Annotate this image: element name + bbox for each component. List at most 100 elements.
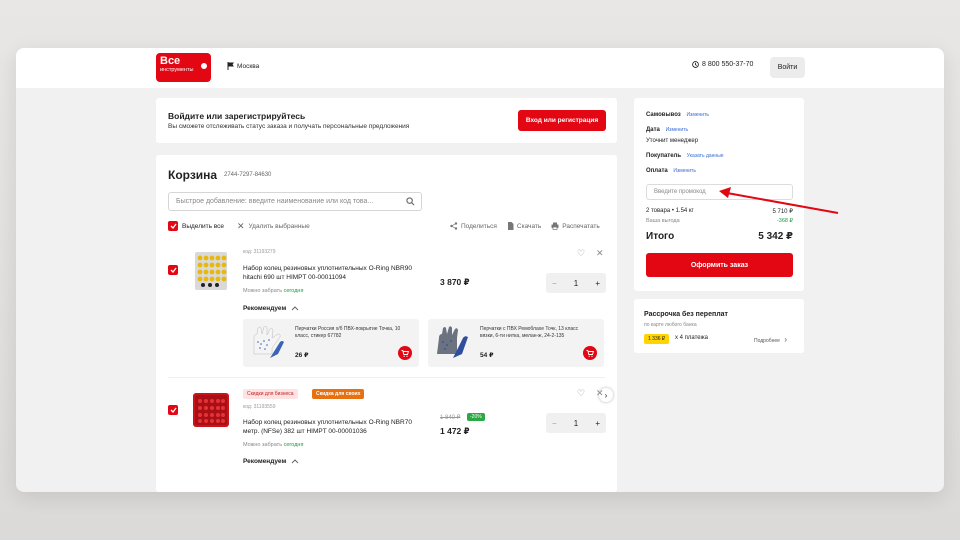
product-image-gloves-white [253,325,284,358]
recommendation-card[interactable]: Перчатки с ПВХ Ремоблахе Точк, 13 класс … [428,319,604,367]
recommendation-price: 54 ₽ [480,352,494,359]
chevron-up-icon [291,306,299,311]
item-checkbox[interactable] [168,405,178,415]
clock-icon [692,61,699,68]
minus-icon[interactable]: − [552,279,557,288]
installment-count: х 4 платежа [675,335,708,341]
quick-add-input[interactable]: Быстрое добавление: введите наименование… [168,192,422,211]
product-image-oring-kit-yellow[interactable] [189,248,233,294]
recommend-toggle[interactable]: Рекомендуем [243,458,299,465]
date-value: Уточнит менеджер [646,138,699,144]
recommend-toggle[interactable]: Рекомендуем [243,305,299,312]
add-to-cart-button[interactable] [398,346,412,360]
product-code: код: 31193279 [243,249,276,255]
goods-row: 2 товара • 1.54 кг 5 710 ₽ [646,208,793,215]
share-label: Поделиться [461,222,497,230]
login-register-button[interactable]: Вход или регистрация [518,110,606,131]
chevron-right-icon: › [784,335,787,344]
close-icon: ✕ [237,221,245,231]
cart-icon [401,349,409,357]
plus-icon[interactable]: + [595,279,600,288]
availability-when: сегодня [283,442,304,448]
payment-change-link[interactable]: Изменить [673,168,696,174]
installment-subtitle: по карте любого банка [644,322,697,328]
checkbox-checked-icon[interactable] [168,221,178,231]
product-code: код: 31193559 [243,404,276,410]
city-selector[interactable]: Москва [227,62,259,70]
availability-when: сегодня [283,288,304,294]
installment-title: Рассрочка без переплат [644,311,728,318]
installment-amount: 1 336 ₽ [644,334,670,344]
select-all-label: Выделить все [182,222,225,230]
discount-badge: -20% [467,413,485,421]
remove-icon[interactable]: ✕ [596,388,604,399]
heart-icon[interactable]: ♡ [577,248,585,259]
recommend-label: Рекомендуем [243,458,287,465]
print-button[interactable]: Распечатать [551,222,600,230]
chevron-up-icon [291,459,299,464]
site-logo[interactable]: Все инструменты [156,53,211,82]
phone-number: 8 800 550-37-70 [702,61,754,68]
remove-icon[interactable]: ✕ [596,248,604,259]
goods-value: 5 710 ₽ [772,209,794,215]
recommendation-name: Перчатки Россия х/б ПВХ-покрытие Точка, … [295,326,401,339]
total-label: Итого [646,231,675,242]
minus-icon[interactable]: − [552,419,557,428]
delete-selected[interactable]: ✕ Удалить выбранные [237,221,310,232]
item-checkbox[interactable] [168,265,178,275]
cart-card: Корзина 2744-7297-84630 Быстрое добавлен… [156,155,617,492]
download-button[interactable]: Скачать [507,222,541,230]
promo-code-input[interactable]: Введите промокод [646,184,793,200]
payment-label: Оплата [646,168,668,174]
date-label: Дата [646,127,660,133]
product-name[interactable]: Набор колец резиновых уплотнительных O-R… [243,418,428,436]
saving-row[interactable]: Ваша выгода -368 ₽ [646,218,793,224]
select-all[interactable]: Выделить все [168,221,224,231]
buyer-row: Покупатель Указать данные [646,153,724,159]
promo-placeholder: Введите промокод [654,189,706,195]
order-summary: Самовывоз Изменить Дата Изменить Уточнит… [634,98,804,291]
pickup-row: Самовывоз Изменить [646,112,709,118]
flag-icon [227,62,234,70]
quantity-value[interactable]: 1 [574,419,578,428]
availability-label: Можно забрать [243,442,283,448]
cart-title: Корзина [168,168,218,182]
pickup-change-link[interactable]: Изменить [686,112,709,118]
business-discount-badge: Скидки для бизнеса [243,389,298,399]
auth-subtitle: Вы сможете отслеживать статус заказа и п… [168,123,410,130]
item-divider [168,377,605,378]
share-button[interactable]: Поделиться [450,222,497,230]
date-row: Дата Изменить [646,127,688,133]
phone-link[interactable]: 8 800 550-37-70 [692,61,753,68]
total-value: 5 342 ₽ [758,231,793,242]
availability-label: Можно забрать [243,288,283,294]
search-icon[interactable] [406,197,415,206]
heart-icon[interactable]: ♡ [577,388,585,399]
login-button[interactable]: Войти [770,57,805,78]
quantity-value[interactable]: 1 [574,279,578,288]
recommendation-card[interactable]: Перчатки Россия х/б ПВХ-покрытие Точка, … [243,319,419,367]
installment-more-link[interactable]: Подробнее › [754,335,787,344]
top-bar: Все инструменты Москва 8 800 550-37-70 В… [16,48,944,88]
city-name: Москва [237,62,260,70]
product-image-oring-kit-red[interactable] [189,387,233,433]
buyer-label: Покупатель [646,153,682,159]
total-row: Итого 5 342 ₽ [646,231,793,242]
add-to-cart-button[interactable] [583,346,597,360]
quick-add-placeholder: Быстрое добавление: введите наименование… [176,198,374,205]
payment-row: Оплата Изменить [646,168,696,174]
buyer-link[interactable]: Указать данные [687,153,724,159]
goods-label: 2 товара • 1.54 кг [646,208,694,214]
download-label: Скачать [516,222,542,230]
product-price: 3 870 ₽ [440,277,470,287]
quantity-stepper[interactable]: − 1 + [546,413,606,433]
document-icon [507,222,514,230]
date-change-link[interactable]: Изменить [666,127,689,133]
quantity-stepper[interactable]: − 1 + [546,273,606,293]
product-name[interactable]: Набор колец резиновых уплотнительных O-R… [243,264,428,282]
installment-card[interactable]: Рассрочка без переплат по карте любого б… [634,299,804,353]
product-price: 1 472 ₽ [440,426,470,436]
cart-actions: Поделиться Скачать Распечатать [450,222,600,230]
checkout-button[interactable]: Оформить заказ [646,253,793,277]
plus-icon[interactable]: + [595,419,600,428]
